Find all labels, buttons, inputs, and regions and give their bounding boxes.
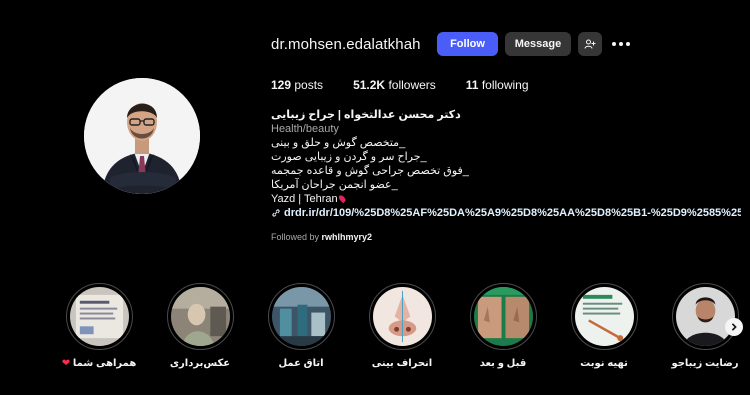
followed-by-prefix: Followed by bbox=[271, 232, 320, 242]
posts-label: posts bbox=[294, 78, 324, 92]
follow-button[interactable]: Follow bbox=[437, 32, 498, 56]
followed-by[interactable]: Followed by rwhlhmyry2 bbox=[271, 232, 372, 242]
chevron-right-icon bbox=[731, 323, 737, 331]
highlight-label: تهیه نوبت bbox=[580, 358, 628, 369]
highlight-thumbnail bbox=[69, 287, 129, 346]
bio-line: _عضو انجمن جراحان آمریکا bbox=[271, 179, 398, 191]
highlight-item[interactable]: انحراف بینی bbox=[352, 283, 452, 369]
bio-link[interactable]: drdr.ir/dr/109/%25D8%25AF%25DA%25A9%25D8… bbox=[271, 206, 741, 220]
highlight-thumbnail bbox=[170, 287, 230, 346]
add-user-icon bbox=[584, 39, 596, 49]
message-button[interactable]: Message bbox=[505, 32, 571, 56]
bio-line: _متخصص گوش و حلق و بینی bbox=[271, 137, 406, 149]
posts-stat: 129 posts bbox=[271, 78, 323, 92]
highlight-thumbnail bbox=[574, 287, 634, 346]
profile-bio: دکتر محسن عدالتخواه | جراح زیبایی Health… bbox=[271, 108, 741, 220]
highlight-label: قبل و بعد bbox=[479, 358, 527, 369]
highlights-next-button[interactable] bbox=[725, 318, 743, 336]
following-count: 11 bbox=[465, 78, 479, 92]
highlight-item[interactable]: اتاق عمل bbox=[251, 283, 351, 369]
bio-link-text: drdr.ir/dr/109/%25D8%25AF%25DA%25A9%25D8… bbox=[284, 207, 741, 219]
profile-stats: 129 posts 51.2K followers 11 following bbox=[271, 78, 559, 92]
highlight-label: همراهی شما ❤ bbox=[61, 358, 137, 369]
following-stat[interactable]: 11 following bbox=[466, 78, 529, 92]
following-label: following bbox=[481, 78, 529, 92]
highlight-item[interactable]: قبل و بعد bbox=[453, 283, 553, 369]
highlight-label: اتاق عمل bbox=[278, 358, 324, 369]
highlight-label: رضایت زیباجو bbox=[671, 358, 739, 369]
bio-line: _فوق تخصص جراحی گوش و قاعده جمجمه bbox=[271, 165, 469, 177]
followers-stat[interactable]: 51.2K followers bbox=[353, 78, 436, 92]
more-options-icon[interactable] bbox=[610, 34, 632, 54]
suggest-users-button[interactable] bbox=[578, 32, 602, 56]
posts-count: 129 bbox=[271, 78, 292, 92]
link-icon bbox=[272, 209, 280, 217]
story-highlights: همراهی شما ❤ عکس‌برداری اتاق عمل انحراف … bbox=[0, 283, 750, 395]
profile-category: Health/beauty bbox=[271, 123, 339, 135]
bio-line: _جراح سر و گردن و زیبایی صورت bbox=[271, 151, 427, 163]
highlight-thumbnail bbox=[473, 287, 533, 346]
followers-count: 51.2K bbox=[353, 78, 386, 92]
followed-by-user: rwhlhmyry2 bbox=[321, 232, 373, 242]
highlight-item[interactable]: تهیه نوبت bbox=[554, 283, 654, 369]
highlight-thumbnail bbox=[675, 287, 735, 346]
highlight-thumbnail bbox=[372, 287, 432, 346]
highlight-label: عکس‌برداری bbox=[169, 358, 231, 369]
highlight-thumbnail bbox=[271, 287, 331, 346]
highlight-item[interactable]: عکس‌برداری bbox=[150, 283, 250, 369]
highlight-label: انحراف بینی bbox=[371, 358, 433, 369]
followers-label: followers bbox=[388, 78, 436, 92]
pin-icon bbox=[337, 194, 347, 204]
bio-location-text: Yazd | Tehran bbox=[271, 193, 338, 205]
profile-full-name: دکتر محسن عدالتخواه | جراح زیبایی bbox=[271, 109, 461, 121]
profile-avatar[interactable] bbox=[84, 78, 200, 194]
heart-icon: ❤ bbox=[61, 358, 71, 369]
highlight-item[interactable]: همراهی شما ❤ bbox=[49, 283, 149, 369]
bio-location: Yazd | Tehran bbox=[271, 192, 741, 206]
profile-username: dr.mohsen.edalatkhah bbox=[271, 35, 421, 53]
